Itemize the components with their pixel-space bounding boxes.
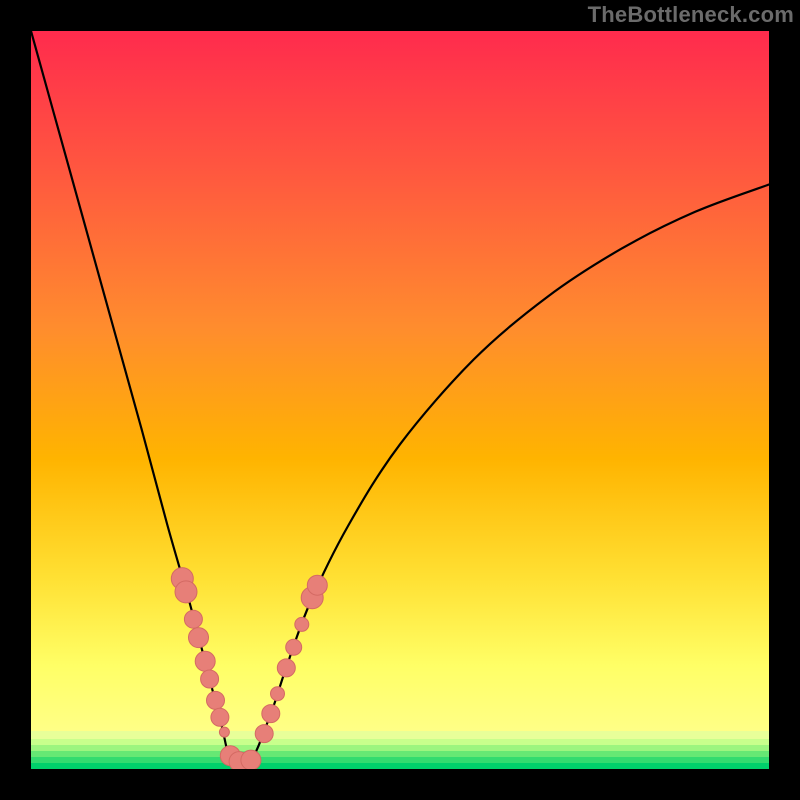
marker-dot [189,628,209,648]
marker-dot [219,727,229,737]
band-2 [31,739,769,745]
marker-dot [211,708,229,726]
marker-dot [271,687,285,701]
band-6 [31,763,769,769]
chart-frame: TheBottleneck.com [0,0,800,800]
marker-dot [175,581,197,603]
marker-dot [277,659,295,677]
marker-dot [184,610,202,628]
band-3 [31,745,769,751]
marker-dot [295,617,309,631]
marker-dot [241,750,261,769]
band-4 [31,751,769,757]
bottleneck-chart [31,31,769,769]
marker-dot [201,670,219,688]
watermark: TheBottleneck.com [588,2,794,28]
marker-dot [262,705,280,723]
marker-dot [255,725,273,743]
marker-dot [286,639,302,655]
band-5 [31,757,769,763]
plot-area [31,31,769,769]
marker-dot [195,651,215,671]
marker-dot [207,691,225,709]
marker-dot [307,575,327,595]
band-1 [31,731,769,739]
gradient-bg [31,31,769,769]
